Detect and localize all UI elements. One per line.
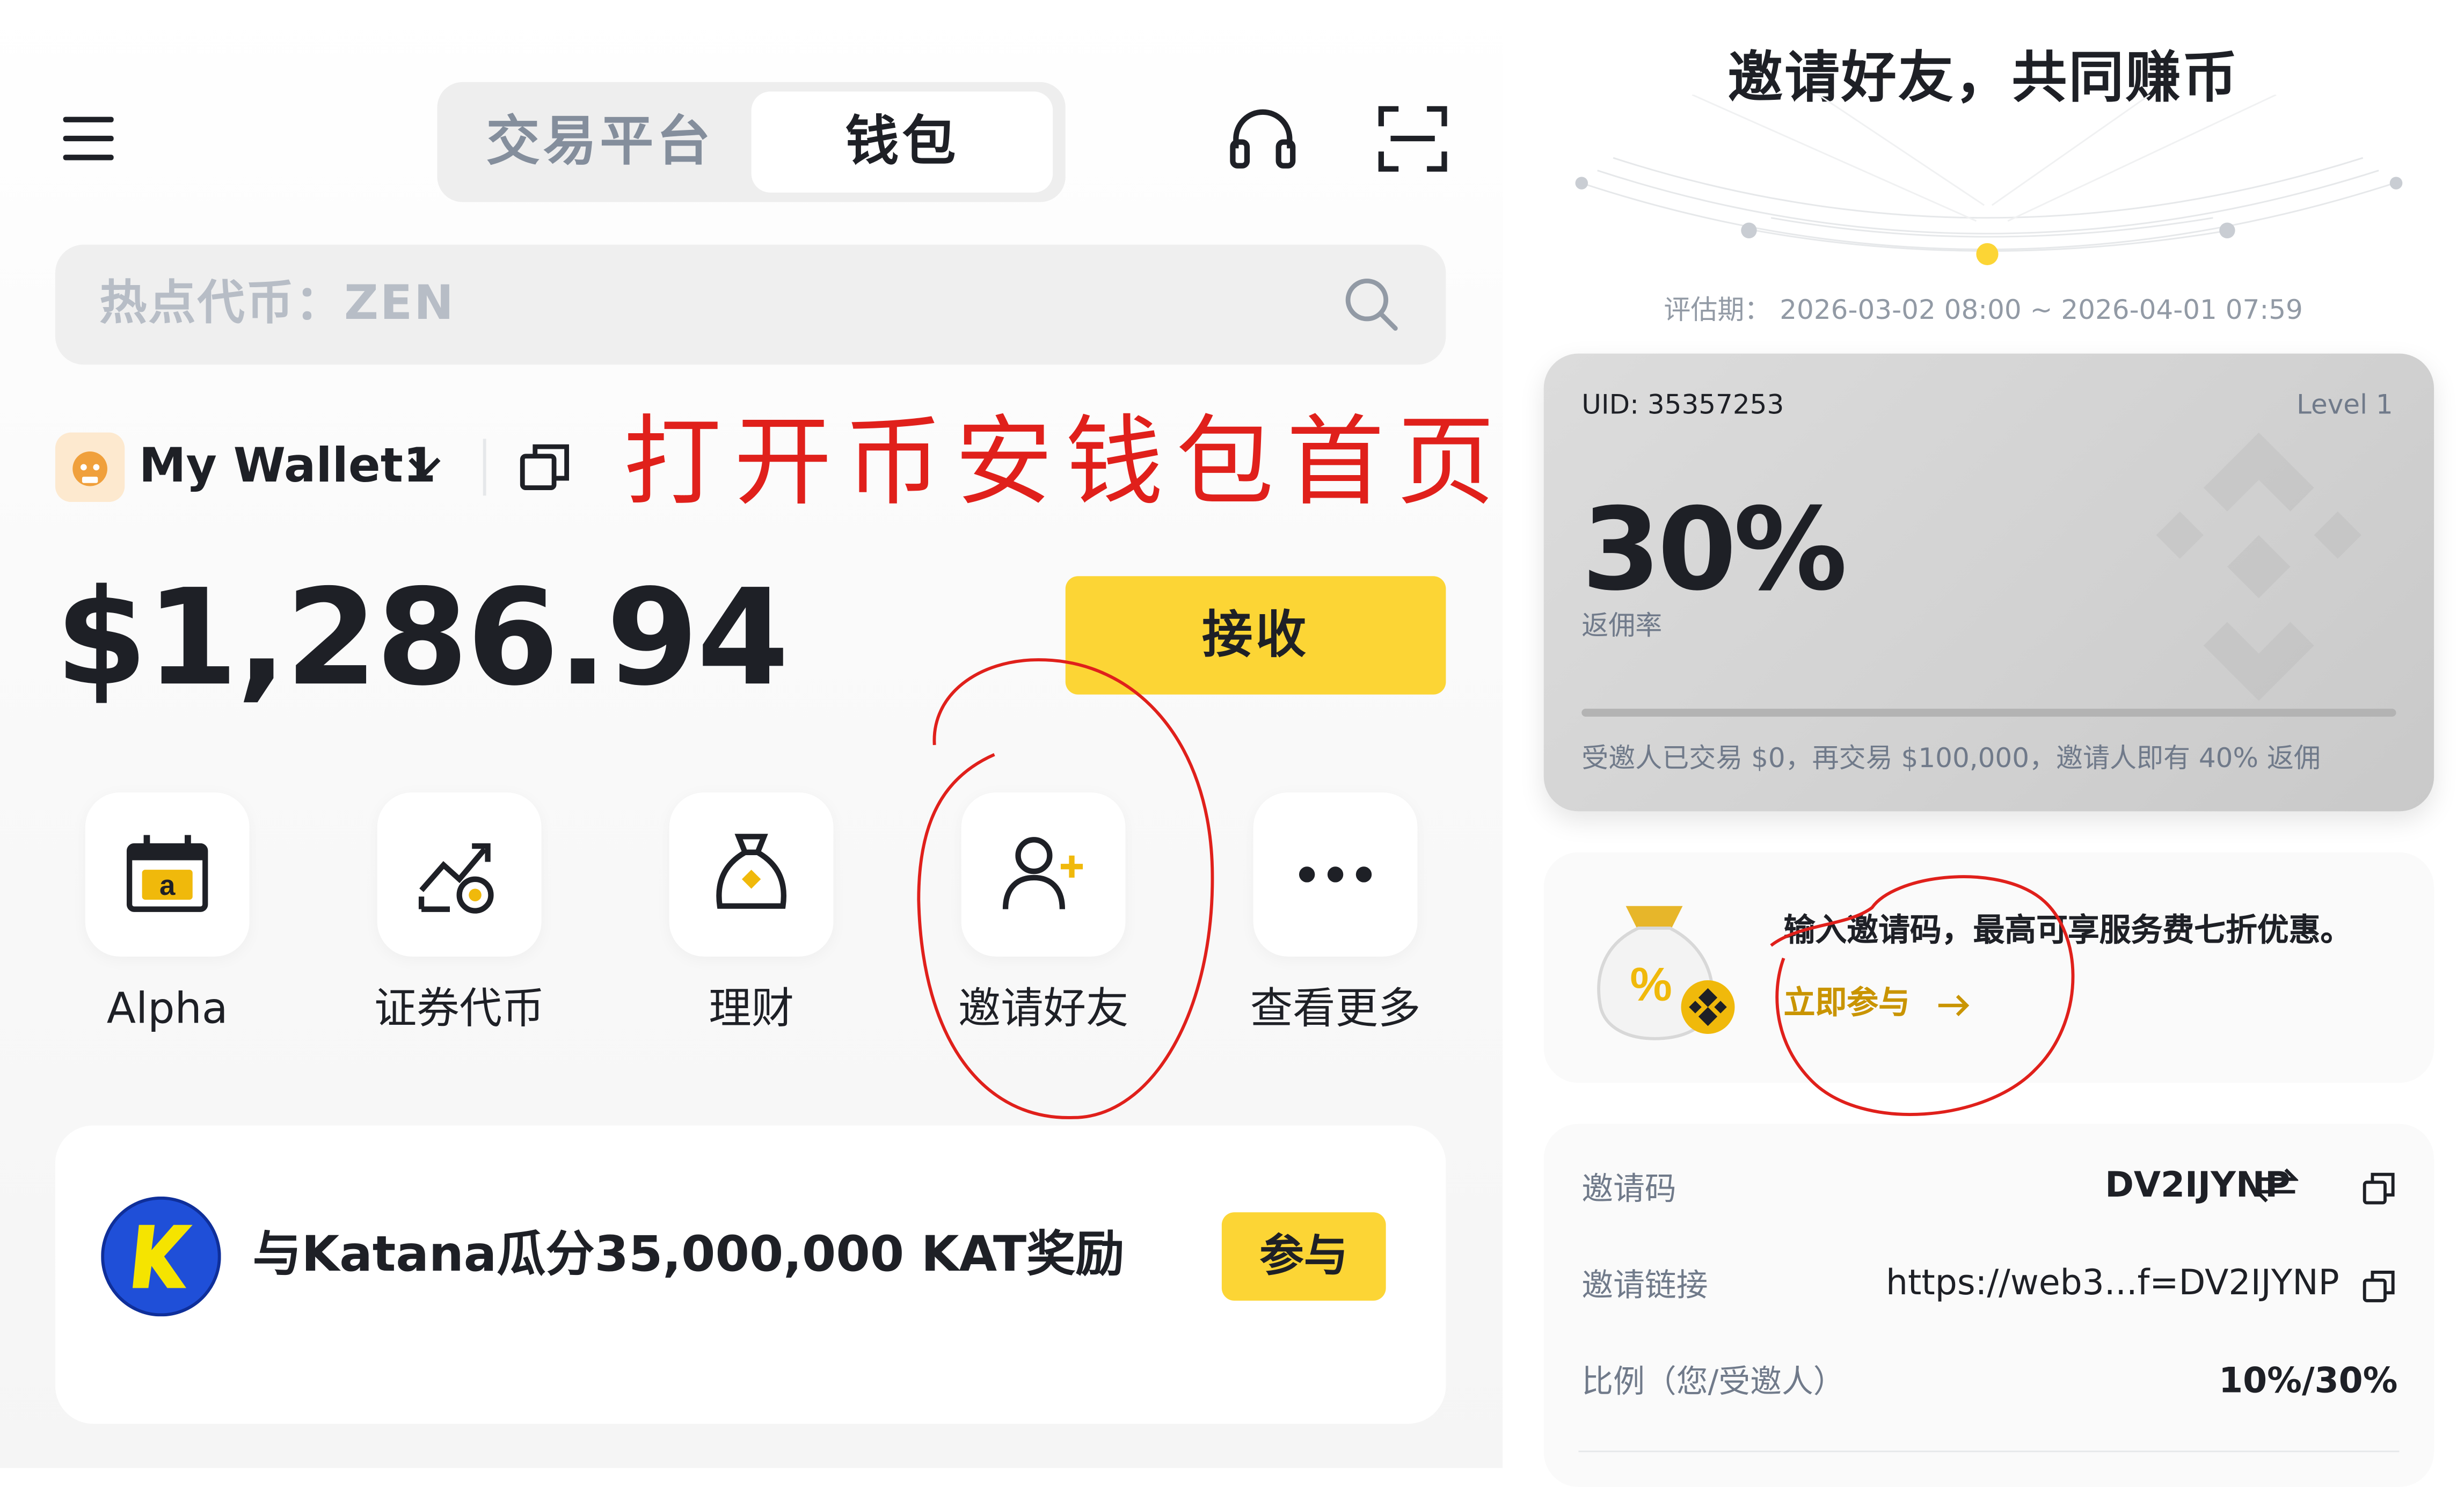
divider <box>1578 1450 2400 1453</box>
search-icon[interactable] <box>1343 276 1400 333</box>
progress-bar <box>1581 709 2396 717</box>
rebate-rate-label: 返佣率 <box>1581 610 1663 643</box>
uid-text: UID: 35357253 <box>1581 390 1784 422</box>
decorative-arcs <box>1575 94 2403 265</box>
money-bag-icon: % <box>1588 893 1746 1045</box>
rebate-rate: 30% <box>1581 483 1847 616</box>
hamburger-menu-icon[interactable] <box>60 111 117 167</box>
katana-logo-icon <box>101 1196 221 1317</box>
wallet-name[interactable]: My Wallet1 <box>139 434 436 500</box>
wallet-home-panel: 交易平台 钱包 热点代币：ZEN My Wallet1 打开币安钱包首页 $1,… <box>0 0 1503 1468</box>
scan-icon[interactable] <box>1376 104 1449 173</box>
exchange-wallet-switch: 交易平台 钱包 <box>437 82 1066 202</box>
invite-code-label: 邀请码 <box>1581 1169 1676 1208</box>
finance-bag-icon <box>716 834 786 909</box>
securities-token-icon <box>418 843 494 914</box>
tab-wallet[interactable]: 钱包 <box>751 91 1053 193</box>
wallet-avatar[interactable] <box>55 432 125 502</box>
promo-text: 与Katana瓜分35,000,000 KAT奖励 <box>252 1226 1125 1284</box>
search-bar[interactable]: 热点代币：ZEN <box>55 244 1446 365</box>
support-headset-icon[interactable] <box>1228 107 1297 171</box>
quick-action-label: 证券代币 <box>374 985 545 1034</box>
progress-note: 受邀人已交易 $0，再交易 $100,000，邀请人即有 40% 返佣 <box>1581 743 2321 775</box>
search-placeholder: 热点代币：ZEN <box>99 276 455 332</box>
evaluation-period: 评估期： 2026-03-02 08:00 ~ 2026-04-01 07:59 <box>1664 295 2303 327</box>
quick-action-alpha[interactable]: a <box>85 792 250 957</box>
quick-action-label: 理财 <box>709 985 794 1034</box>
quick-action-more[interactable] <box>1253 792 1418 957</box>
tab-exchange[interactable]: 交易平台 <box>450 92 750 193</box>
level-badge: Level 1 <box>2297 390 2393 422</box>
quick-action-securities-token[interactable] <box>377 792 542 957</box>
bnb-logo-icon <box>2156 432 2361 701</box>
ratio-value: 10%/30% <box>2219 1362 2398 1402</box>
total-balance: $1,286.94 <box>55 560 789 716</box>
quick-action-label: Alpha <box>106 985 228 1034</box>
chevron-down-icon[interactable] <box>404 451 445 483</box>
annotation-circle <box>1770 875 2075 1116</box>
handwritten-annotation: 打开币安钱包首页 <box>623 404 1503 520</box>
divider <box>483 439 486 496</box>
promo-join-button[interactable]: 参与 <box>1221 1212 1386 1301</box>
copy-invite-link-icon[interactable] <box>2361 1269 2396 1304</box>
quick-action-finance[interactable] <box>669 792 834 957</box>
switch-arrows-icon[interactable] <box>2254 1168 2299 1203</box>
invite-link-value: https://web3...f=DV2IJYNP <box>1886 1264 2339 1304</box>
ratio-label: 比例（您/受邀人） <box>1581 1362 1845 1401</box>
invite-link-label: 邀请链接 <box>1581 1266 1708 1304</box>
annotation-circle <box>917 658 1214 1119</box>
svg-text:%: % <box>1630 958 1672 1011</box>
alpha-calendar-icon: a <box>126 835 208 912</box>
svg-text:a: a <box>159 870 176 901</box>
more-dots-icon <box>1299 866 1372 883</box>
rebate-card: UID: 35357253 Level 1 30% 返佣率 受邀人已交易 $0，… <box>1543 353 2434 812</box>
copy-invite-code-icon[interactable] <box>2361 1171 2396 1206</box>
copy-address-icon[interactable] <box>517 439 574 495</box>
